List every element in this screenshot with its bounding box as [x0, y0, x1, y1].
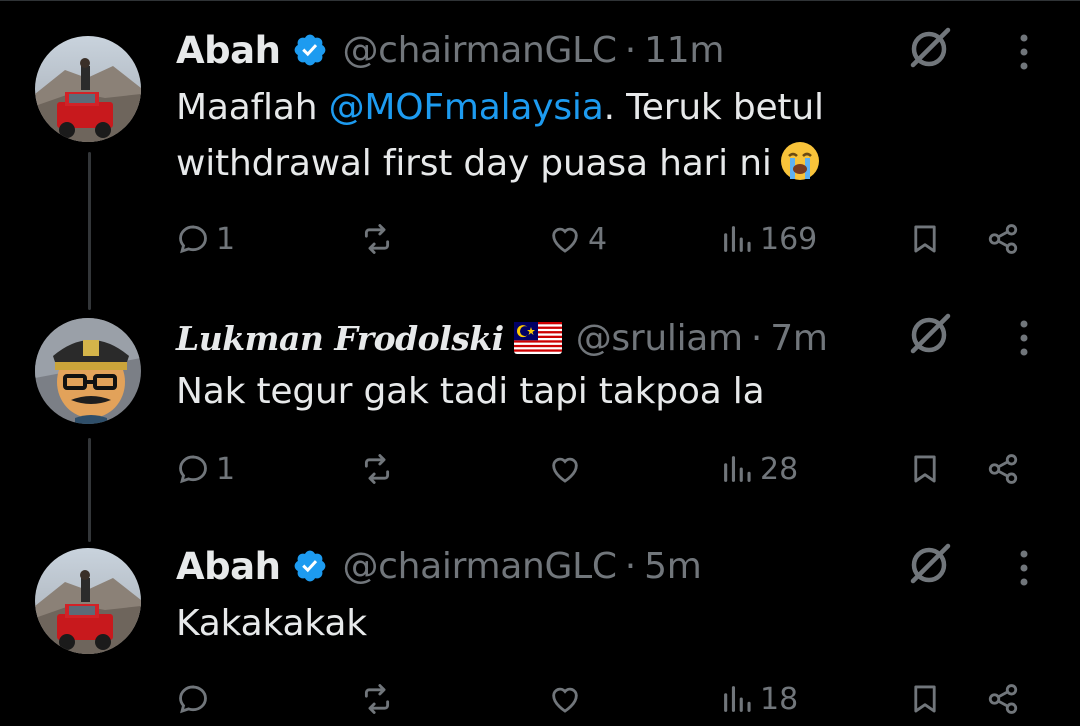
handle[interactable]: @chairmanGLC [342, 546, 617, 587]
repost-icon [364, 454, 390, 484]
reply-button[interactable]: 1 [176, 214, 235, 264]
avatar[interactable] [35, 36, 141, 142]
like-button[interactable] [548, 674, 588, 724]
share-button[interactable] [986, 674, 1020, 724]
like-button[interactable]: 4 [548, 214, 607, 264]
bookmark-icon [914, 685, 936, 713]
bookmark-icon [914, 225, 936, 253]
tweet-actions: 18 [176, 674, 1056, 724]
views-button[interactable]: 18 [720, 674, 798, 724]
views-icon [724, 686, 751, 712]
loudly-crying-face-emoji [778, 139, 822, 183]
tweet-header: Abah @chairmanGLC · 11m [176, 25, 724, 75]
mention-link[interactable]: @MOFmalaysia [329, 87, 604, 128]
bookmark-button[interactable] [908, 674, 942, 724]
tweet[interactable]: Lukman Frodolski @sruliam · 7m Nak tegur… [0, 300, 1080, 540]
avatar[interactable] [35, 318, 141, 424]
tweet[interactable]: Abah @chairmanGLC · 5m Kakakakak 18 [0, 540, 1080, 726]
share-icon [988, 684, 1018, 714]
grok-icon[interactable] [904, 540, 954, 590]
repost-icon [364, 684, 390, 714]
like-count: 4 [588, 221, 608, 257]
tweet[interactable]: Abah @chairmanGLC · 11m Maaflah @MOFmala… [0, 0, 1080, 300]
avatar[interactable] [35, 548, 141, 654]
reply-icon [179, 225, 207, 254]
grok-icon[interactable] [904, 24, 954, 74]
bookmark-button[interactable] [908, 444, 942, 494]
tweet-text-part: Maaflah [176, 87, 329, 128]
share-button[interactable] [986, 444, 1020, 494]
views-count: 18 [760, 681, 799, 717]
handle[interactable]: @sruliam [576, 318, 743, 359]
views-icon [724, 456, 751, 482]
views-count: 169 [760, 221, 818, 257]
bookmark-icon [914, 455, 936, 483]
grok-icon[interactable] [904, 310, 954, 360]
tweet-text: Kakakakak [176, 603, 367, 644]
share-icon [988, 454, 1018, 484]
tweet-text: Maaflah @MOFmalaysia. Teruk betul withdr… [176, 80, 936, 192]
display-name[interactable]: Abah [176, 545, 281, 588]
separator: · [624, 29, 637, 71]
handle[interactable]: @chairmanGLC [342, 30, 617, 71]
reply-icon [179, 455, 207, 484]
tweet-header: Abah @chairmanGLC · 5m [176, 541, 702, 591]
display-name[interactable]: Lukman Frodolski [176, 319, 504, 358]
reply-button[interactable] [176, 674, 216, 724]
reply-icon [179, 685, 207, 714]
reply-count: 1 [216, 451, 236, 487]
views-button[interactable]: 28 [720, 444, 798, 494]
share-button[interactable] [986, 214, 1020, 264]
timestamp[interactable]: 11m [644, 30, 724, 71]
malaysia-flag-icon [513, 322, 562, 354]
more-icon[interactable] [1010, 546, 1038, 590]
tweet-actions: 1 28 [176, 444, 1056, 494]
repost-button[interactable] [360, 674, 400, 724]
timestamp[interactable]: 7m [770, 318, 828, 359]
views-button[interactable]: 169 [720, 214, 817, 264]
share-icon [988, 224, 1018, 254]
separator: · [624, 545, 637, 587]
views-icon [724, 226, 751, 252]
timestamp[interactable]: 5m [644, 546, 702, 587]
repost-icon [364, 224, 390, 254]
more-icon[interactable] [1010, 316, 1038, 360]
reply-count: 1 [216, 221, 236, 257]
like-button[interactable] [548, 444, 588, 494]
more-icon[interactable] [1010, 30, 1038, 74]
reply-button[interactable]: 1 [176, 444, 235, 494]
repost-button[interactable] [360, 214, 400, 264]
separator: · [750, 317, 763, 359]
like-icon [552, 457, 578, 483]
tweet-actions: 1 4 169 [176, 214, 1056, 264]
verified-badge-icon [292, 32, 328, 68]
verified-badge-icon [292, 548, 328, 584]
views-count: 28 [760, 451, 799, 487]
like-icon [552, 227, 578, 253]
bookmark-button[interactable] [908, 214, 942, 264]
tweet-header: Lukman Frodolski @sruliam · 7m [176, 313, 828, 363]
tweet-text: Nak tegur gak tadi tapi takpoa la [176, 371, 765, 412]
like-icon [552, 687, 578, 713]
display-name[interactable]: Abah [176, 29, 281, 72]
repost-button[interactable] [360, 444, 400, 494]
